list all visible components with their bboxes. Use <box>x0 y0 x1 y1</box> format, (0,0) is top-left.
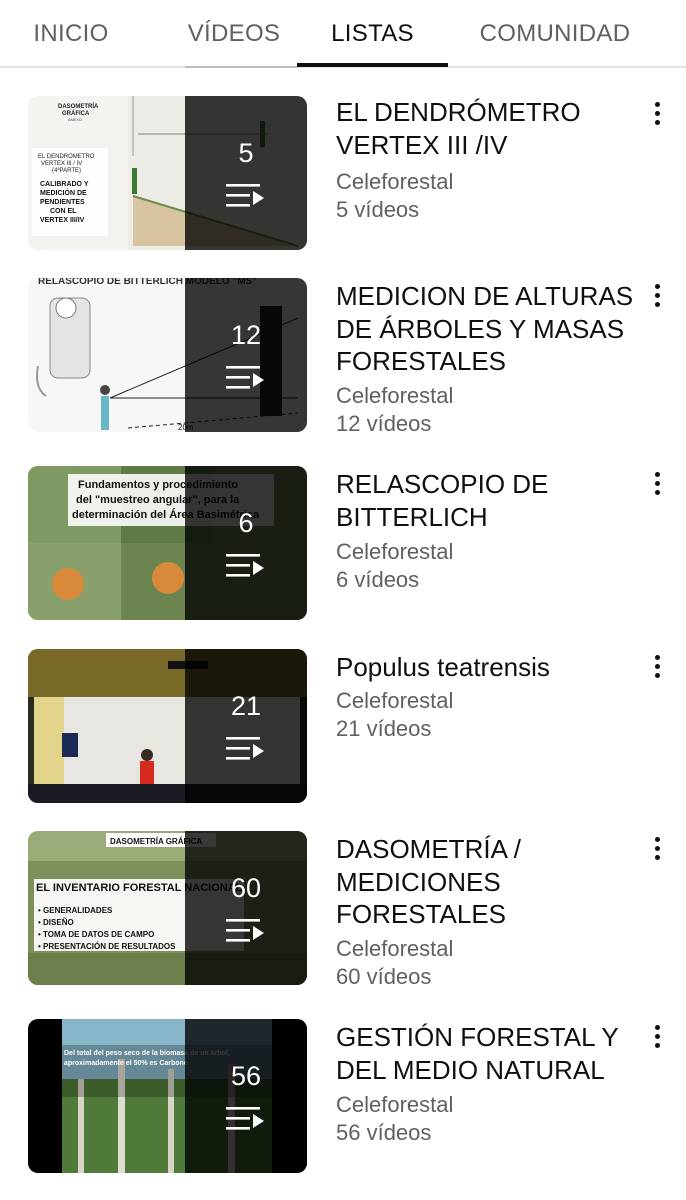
svg-text:CON EL: CON EL <box>50 208 77 215</box>
tab-videos[interactable]: VÍDEOS <box>160 0 308 68</box>
playlist-title[interactable]: GESTIÓN FORESTAL Y DEL MEDIO NATURAL <box>336 1021 641 1086</box>
playlist-title[interactable]: MEDICION DE ALTURAS DE ÁRBOLES Y MASAS F… <box>336 280 641 378</box>
channel-name[interactable]: Celeforestal <box>336 168 453 196</box>
playlist-play-icon <box>226 365 264 389</box>
playlist-item[interactable]: DASOMETRÍA GRÁFICA EL INVENTARIO FORESTA… <box>0 831 686 991</box>
svg-text:EL DENDROMETRO: EL DENDROMETRO <box>38 154 95 160</box>
playlist-thumbnail[interactable]: DASOMETRÍA GRÁFICA ANEXO EL DENDROMETRO … <box>28 96 307 250</box>
channel-tab-bar: INICIO VÍDEOS LISTAS COMUNIDAD <box>0 0 686 68</box>
video-count-label: 60 vídeos <box>336 964 432 989</box>
video-count: 56 <box>230 1060 262 1091</box>
playlist-title[interactable]: RELASCOPIO DE BITTERLICH <box>336 468 641 533</box>
playlist-item[interactable]: Fundamentos y procedimiento del "muestre… <box>0 466 686 626</box>
more-vert-icon[interactable] <box>642 98 672 128</box>
video-count-label: 21 vídeos <box>336 716 432 741</box>
playlist-thumbnail[interactable]: Fundamentos y procedimiento del "muestre… <box>28 466 307 620</box>
video-count: 5 <box>238 137 254 168</box>
more-vert-icon[interactable] <box>642 651 672 681</box>
more-vert-icon[interactable] <box>642 280 672 310</box>
svg-text:GRÁFICA: GRÁFICA <box>62 110 90 117</box>
video-count: 12 <box>230 319 262 350</box>
playlist-thumbnail[interactable]: 21 <box>28 649 307 803</box>
svg-text:MEDICIÓN DE: MEDICIÓN DE <box>40 188 87 197</box>
tab-comunidad[interactable]: COMUNIDAD <box>470 0 640 68</box>
playlist-title[interactable]: Populus teatrensis <box>336 651 641 684</box>
video-count: 60 <box>230 872 262 903</box>
channel-name[interactable]: Celeforestal <box>336 935 453 963</box>
svg-text:• DISEÑO: • DISEÑO <box>38 918 74 927</box>
playlist-play-icon <box>226 553 264 577</box>
video-count-label: 12 vídeos <box>336 411 432 436</box>
svg-text:• TOMA DE DATOS DE CAMPO: • TOMA DE DATOS DE CAMPO <box>38 930 154 939</box>
playlist-thumbnail[interactable]: DASOMETRÍA GRÁFICA EL INVENTARIO FORESTA… <box>28 831 307 985</box>
svg-text:• GENERALIDADES: • GENERALIDADES <box>38 906 113 915</box>
more-vert-icon[interactable] <box>642 1021 672 1051</box>
playlist-count-overlay: 60 <box>185 831 307 985</box>
tab-inicio[interactable]: INICIO <box>0 0 142 68</box>
video-count-label: 56 vídeos <box>336 1120 432 1145</box>
playlist-play-icon <box>226 736 264 760</box>
svg-text:(4ªPARTE): (4ªPARTE) <box>52 167 81 174</box>
playlist-play-icon <box>226 918 264 942</box>
playlist-thumbnail[interactable]: RELASCOPIO DE BITTERLICH MODELO "MS" 20m… <box>28 278 307 432</box>
tab-scroll-indicator <box>185 66 297 68</box>
video-count-label: 5 vídeos <box>336 197 420 222</box>
more-vert-icon[interactable] <box>642 833 672 863</box>
playlist-title[interactable]: DASOMETRÍA / MEDICIONES FORESTALES <box>336 833 641 931</box>
svg-text:VERTEX III/IV: VERTEX III/IV <box>40 217 85 224</box>
playlist-thumbnail[interactable]: Del total del peso seco de la biomasa de… <box>28 1019 307 1173</box>
playlist-item[interactable]: RELASCOPIO DE BITTERLICH MODELO "MS" 20m… <box>0 278 686 438</box>
playlist-count-overlay: 56 <box>185 1019 307 1173</box>
more-vert-icon[interactable] <box>642 468 672 498</box>
channel-name[interactable]: Celeforestal <box>336 382 453 410</box>
playlist-item[interactable]: Del total del peso seco de la biomasa de… <box>0 1019 686 1179</box>
svg-text:• PRESENTACIÓN DE RESULTADOS: • PRESENTACIÓN DE RESULTADOS <box>38 942 176 951</box>
playlist-play-icon <box>226 1106 264 1130</box>
video-count: 21 <box>230 690 262 721</box>
playlist-item[interactable]: DASOMETRÍA GRÁFICA ANEXO EL DENDROMETRO … <box>0 96 686 256</box>
svg-text:ANEXO: ANEXO <box>68 117 82 122</box>
playlist-item[interactable]: 21 Populus teatrensis Celeforestal 21 ví… <box>0 649 686 809</box>
active-tab-indicator <box>297 63 448 67</box>
playlist-count-overlay: 12 <box>185 278 307 432</box>
channel-name[interactable]: Celeforestal <box>336 687 453 715</box>
svg-text:aproximadamente el 50% es Carb: aproximadamente el 50% es Carbono <box>64 1060 188 1067</box>
playlist-count-overlay: 5 <box>185 96 307 250</box>
svg-text:PENDIENTES: PENDIENTES <box>40 199 85 206</box>
playlist-play-icon <box>226 183 264 207</box>
svg-text:CALIBRADO Y: CALIBRADO Y <box>40 181 89 188</box>
svg-text:DASOMETRÍA: DASOMETRÍA <box>58 102 99 110</box>
playlist-count-overlay: 6 <box>185 466 307 620</box>
video-count-label: 6 vídeos <box>336 567 420 592</box>
channel-name[interactable]: Celeforestal <box>336 538 453 566</box>
playlist-count-overlay: 21 <box>185 649 307 803</box>
tab-listas[interactable]: LISTAS <box>297 0 448 68</box>
svg-text:VERTEX III / IV: VERTEX III / IV <box>41 161 82 167</box>
channel-name[interactable]: Celeforestal <box>336 1091 453 1119</box>
playlist-title[interactable]: EL DENDRÓMETRO VERTEX III /IV <box>336 96 641 161</box>
video-count: 6 <box>238 507 254 538</box>
